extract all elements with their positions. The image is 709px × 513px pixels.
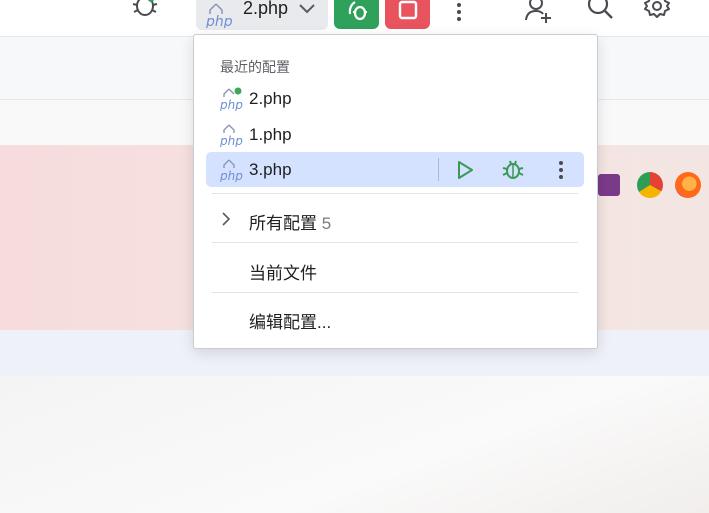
php-file-icon: php xyxy=(219,123,247,152)
php-file-running-icon: php xyxy=(219,87,247,116)
debug-icon xyxy=(345,0,369,27)
divider xyxy=(212,292,578,293)
divider xyxy=(212,193,578,194)
all-configs-count: 5 xyxy=(321,214,332,233)
current-file-label: 当前文件 xyxy=(249,264,317,283)
svg-text:php: php xyxy=(219,134,243,147)
config-item-label: 3.php xyxy=(249,160,292,179)
recent-configs-title: 最近的配置 xyxy=(220,59,290,75)
firefox-app-icon[interactable] xyxy=(675,172,701,198)
bug-icon[interactable] xyxy=(128,0,162,24)
divider xyxy=(212,242,578,243)
chevron-right-icon xyxy=(220,211,232,232)
config-item-label: 2.php xyxy=(249,89,292,108)
php-file-icon: php xyxy=(219,158,247,187)
debug-icon[interactable] xyxy=(500,157,526,183)
config-item-2php[interactable]: php 2.php xyxy=(206,81,584,116)
editor-background xyxy=(0,376,709,513)
run-config-name: 2.php xyxy=(243,0,289,18)
php-file-icon: php xyxy=(204,2,240,33)
php-badge-text: php xyxy=(205,14,233,28)
chevron-down-icon xyxy=(297,2,317,21)
run-config-popup: 最近的配置 php 2.php php 1.php php 3.php 所有配置… xyxy=(193,34,598,349)
stop-icon xyxy=(398,0,418,25)
config-item-3php[interactable]: php 3.php xyxy=(206,152,584,187)
run-icon[interactable] xyxy=(452,157,478,183)
row-actions-separator xyxy=(438,158,439,181)
stop-button[interactable] xyxy=(385,0,430,29)
edit-configs-label: 编辑配置... xyxy=(249,313,332,332)
edit-configs-item[interactable]: 编辑配置... xyxy=(206,301,584,335)
config-item-1php[interactable]: php 1.php xyxy=(206,117,584,152)
search-icon[interactable] xyxy=(585,0,615,22)
more-vertical-icon[interactable] xyxy=(548,157,574,183)
all-configs-label: 所有配置 5 xyxy=(249,214,332,233)
current-file-item[interactable]: 当前文件 xyxy=(206,252,584,286)
more-vertical-icon[interactable] xyxy=(447,0,471,24)
gear-icon[interactable] xyxy=(642,0,672,22)
svg-text:php: php xyxy=(219,98,243,111)
svg-text:php: php xyxy=(219,169,243,182)
all-configs-item[interactable]: 所有配置 5 xyxy=(206,202,584,236)
phpstorm-app-icon[interactable] xyxy=(598,174,620,196)
run-config-selector[interactable]: php 2.php xyxy=(196,0,328,30)
config-item-label: 1.php xyxy=(249,125,292,144)
add-user-icon[interactable] xyxy=(524,0,554,24)
chrome-app-icon[interactable] xyxy=(637,172,663,198)
debug-button[interactable] xyxy=(334,0,379,29)
